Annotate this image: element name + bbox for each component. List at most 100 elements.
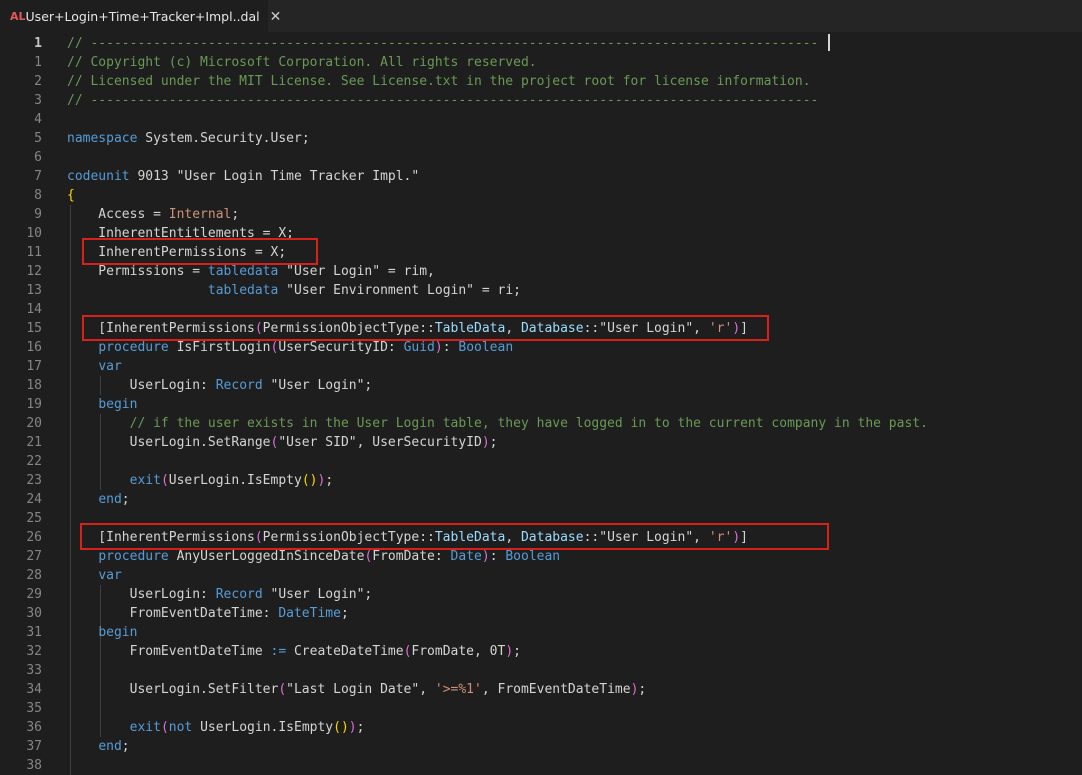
code-line[interactable]: 5 namespace System.Security.User; [0, 129, 1082, 148]
line-number: 29 [26, 587, 42, 602]
indent-guide [70, 452, 71, 471]
code-token: ) [505, 644, 514, 659]
code-token: Boolean [458, 340, 514, 355]
editor-tab[interactable]: AL User+Login+Time+Tracker+Impl..dal ✕ [0, 0, 281, 32]
code-token: begin [98, 625, 138, 640]
line-number: 38 [26, 758, 42, 773]
code-line[interactable]: 9 Access = Internal; [0, 205, 1082, 224]
code-line[interactable]: 24 end; [0, 490, 1082, 509]
line-number: 5 [34, 131, 42, 146]
code-token: namespace [67, 131, 138, 146]
code-token: FromDate, 0T [411, 644, 506, 659]
code-line[interactable]: 33 [0, 661, 1082, 680]
code-line[interactable]: 29 UserLogin: Record "User Login"; [0, 585, 1082, 604]
code-token: : [489, 549, 506, 564]
line-number: 15 [26, 321, 42, 336]
code-text: end; [67, 490, 130, 509]
line-number: 25 [26, 511, 42, 526]
code-token: // if the user exists in the User Login … [129, 416, 928, 431]
code-line[interactable]: 35 [0, 699, 1082, 718]
code-line[interactable]: 1 // ------------------------------------… [0, 34, 1082, 53]
code-text: // -------------------------------------… [67, 91, 818, 110]
line-number: 33 [26, 663, 42, 678]
text-cursor [828, 34, 830, 51]
code-editor[interactable]: 1 // ------------------------------------… [0, 32, 1082, 775]
line-number: 24 [26, 492, 42, 507]
code-line[interactable]: 1 // Copyright (c) Microsoft Corporation.… [0, 53, 1082, 72]
al-file-icon: AL [10, 10, 26, 23]
code-token: ; [325, 473, 334, 488]
code-line[interactable]: 20 // if the user exists in the User Log… [0, 414, 1082, 433]
highlight-box-line-15 [82, 315, 769, 341]
line-number: 21 [26, 435, 42, 450]
code-line[interactable]: 28 var [0, 566, 1082, 585]
code-text: FromEventDateTime := CreateDateTime(From… [67, 642, 521, 661]
indent-guide [100, 452, 101, 471]
line-number: 34 [26, 682, 42, 697]
code-line[interactable]: 4 [0, 110, 1082, 129]
code-line[interactable]: 18 UserLogin: Record "User Login"; [0, 376, 1082, 395]
line-number: 17 [26, 359, 42, 374]
code-line[interactable]: 7 codeunit 9013 "User Login Time Tracker … [0, 167, 1082, 186]
code-token: begin [98, 397, 138, 412]
line-number: 7 [34, 169, 42, 184]
code-token: 9013 "User Login Time Tracker Impl." [129, 169, 420, 184]
code-token: end [98, 739, 122, 754]
code-token: IsFirstLogin [168, 340, 271, 355]
line-number: 4 [34, 112, 42, 127]
code-text: exit(UserLogin.IsEmpty()); [67, 471, 334, 490]
code-line[interactable]: 34 UserLogin.SetFilter("Last Login Date"… [0, 680, 1082, 699]
code-line[interactable]: 32 FromEventDateTime := CreateDateTime(F… [0, 642, 1082, 661]
code-line[interactable]: 6 [0, 148, 1082, 167]
close-icon[interactable]: ✕ [270, 9, 282, 25]
line-number: 3 [34, 93, 42, 108]
code-line[interactable]: 37 end; [0, 737, 1082, 756]
code-text: // Licensed under the MIT License. See L… [67, 72, 811, 91]
code-token: "User Login"; [262, 587, 373, 602]
code-token: UserLogin.IsEmpty [168, 473, 302, 488]
code-text: var [67, 357, 122, 376]
code-line[interactable]: 3 // ------------------------------------… [0, 91, 1082, 110]
code-token: ; [231, 207, 240, 222]
line-number: 11 [26, 245, 42, 260]
code-line[interactable]: 38 [0, 756, 1082, 775]
code-token: ; [638, 682, 647, 697]
code-token: ) [481, 435, 490, 450]
code-line[interactable]: 13 tabledata "User Environment Login" = … [0, 281, 1082, 300]
line-number: 10 [26, 226, 42, 241]
code-token: ; [121, 492, 130, 507]
code-token: UserLogin.SetRange [67, 435, 271, 450]
code-token: // -------------------------------------… [67, 93, 819, 108]
line-number: 9 [34, 207, 42, 222]
code-line[interactable]: 23 exit(UserLogin.IsEmpty()); [0, 471, 1082, 490]
indent-guide [100, 661, 101, 680]
code-text: { [67, 186, 75, 205]
code-line[interactable]: 8{ [0, 186, 1082, 205]
code-token: var [98, 359, 122, 374]
code-text: // if the user exists in the User Login … [67, 414, 928, 433]
indent-guide [70, 300, 71, 319]
code-line[interactable]: 36 exit(not UserLogin.IsEmpty()); [0, 718, 1082, 737]
code-line[interactable]: 21 UserLogin.SetRange("User SID", UserSe… [0, 433, 1082, 452]
code-line[interactable]: 31 begin [0, 623, 1082, 642]
line-number: 30 [26, 606, 42, 621]
code-line[interactable]: 22 [0, 452, 1082, 471]
code-token: ; [356, 720, 365, 735]
line-number: 27 [26, 549, 42, 564]
code-line[interactable]: 17 var [0, 357, 1082, 376]
code-line[interactable]: 30 FromEventDateTime: DateTime; [0, 604, 1082, 623]
code-token: () [333, 720, 349, 735]
line-number: 37 [26, 739, 42, 754]
code-token: : [442, 340, 459, 355]
code-token: ( [160, 720, 169, 735]
code-token: end [98, 492, 122, 507]
code-token: FromDate: [372, 549, 451, 564]
code-line[interactable]: 19 begin [0, 395, 1082, 414]
code-line[interactable]: 2 // Licensed under the MIT License. See … [0, 72, 1082, 91]
code-token: exit [129, 473, 161, 488]
code-token: , FromEventDateTime [481, 682, 631, 697]
indent-guide [70, 699, 71, 718]
